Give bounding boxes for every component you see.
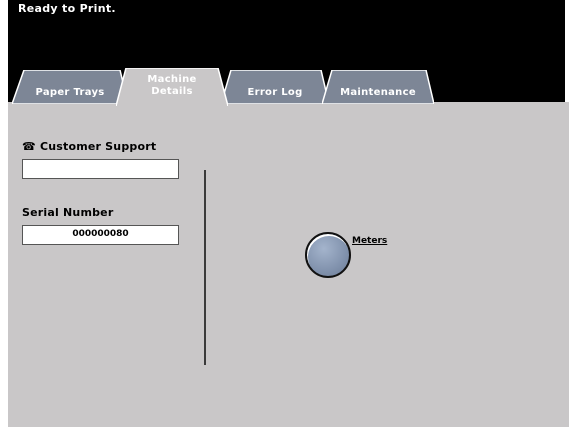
tab-machine-details-label-1: Machine — [147, 74, 197, 85]
tab-error-log-label: Error Log — [247, 87, 303, 98]
serial-number-label: Serial Number — [22, 206, 114, 219]
meters-label[interactable]: Meters — [352, 236, 387, 246]
tab-maintenance[interactable]: Maintenance — [322, 70, 434, 104]
customer-support-field[interactable] — [22, 159, 179, 179]
tab-error-log[interactable]: Error Log — [221, 70, 329, 104]
tab-bar: Paper Trays Error Log Maintenance Machin… — [0, 0, 569, 110]
phone-icon: ☎ — [22, 140, 36, 153]
tab-paper-trays[interactable]: Paper Trays — [12, 70, 128, 104]
serial-number-field: 000000080 — [22, 225, 179, 245]
customer-support-label-text: Customer Support — [39, 140, 157, 153]
tab-machine-details-label-2: Details — [151, 86, 193, 97]
tab-machine-details[interactable]: Machine Details — [116, 68, 228, 106]
meters-button[interactable] — [305, 232, 351, 278]
tab-maintenance-label: Maintenance — [340, 87, 416, 98]
customer-support-label: ☎ Customer Support — [22, 140, 156, 153]
tab-paper-trays-label: Paper Trays — [35, 87, 105, 98]
vertical-divider — [204, 170, 206, 365]
